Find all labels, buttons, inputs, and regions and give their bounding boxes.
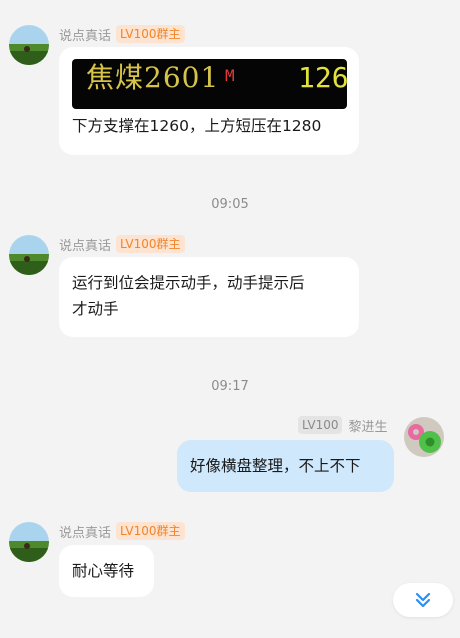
double-chevron-down-icon xyxy=(415,592,431,608)
sender-row: 说点真话 LV100群主 xyxy=(59,521,185,541)
landscape-avatar-icon xyxy=(9,235,49,275)
message-text-line: 才动手 xyxy=(72,300,119,318)
landscape-avatar-icon xyxy=(9,522,49,562)
donut-toy-avatar-icon xyxy=(404,417,444,457)
message-text-line: 运行到位会提示动手，动手提示后 xyxy=(72,274,305,292)
timestamp: 09:17 xyxy=(211,379,249,394)
rank-badge: LV100 xyxy=(298,416,343,434)
message-bubble[interactable]: 好像横盘整理，不上不下 xyxy=(177,440,394,492)
rank-badge: LV100群主 xyxy=(116,522,185,540)
avatar[interactable] xyxy=(404,417,444,457)
sender-name[interactable]: 说点真话 xyxy=(59,522,111,541)
message-bubble[interactable]: 耐心等待 xyxy=(59,545,154,597)
scroll-to-bottom-button[interactable] xyxy=(393,583,453,617)
message-text: 耐心等待 xyxy=(72,562,135,580)
rank-badge: LV100群主 xyxy=(116,235,185,253)
sender-row: 说点真话 LV100群主 xyxy=(59,234,185,254)
sender-name[interactable]: 黎进生 xyxy=(348,416,387,435)
sender-row: 说点真话 LV100群主 xyxy=(59,24,185,44)
timestamp: 09:05 xyxy=(211,197,249,212)
quote-contract-name: 焦煤2601 xyxy=(86,61,220,94)
message-bubble[interactable]: 运行到位会提示动手，动手提示后 才动手 xyxy=(59,257,359,337)
sender-row: LV100 黎进生 xyxy=(298,415,388,435)
landscape-avatar-icon xyxy=(9,25,49,65)
message-bubble[interactable]: 焦煤2601 M 126 下方支撑在1260，上方短压在1280 xyxy=(59,47,359,155)
sender-name[interactable]: 说点真话 xyxy=(59,235,111,254)
avatar[interactable] xyxy=(9,522,49,562)
quote-flag: M xyxy=(225,66,235,85)
quote-price: 126 xyxy=(298,61,347,94)
sender-name[interactable]: 说点真话 xyxy=(59,25,111,44)
rank-badge: LV100群主 xyxy=(116,25,185,43)
quote-screenshot-image[interactable]: 焦煤2601 M 126 xyxy=(72,59,347,109)
message-text: 下方支撑在1260，上方短压在1280 xyxy=(72,117,322,135)
avatar[interactable] xyxy=(9,235,49,275)
message-text: 好像横盘整理，不上不下 xyxy=(190,457,361,475)
avatar[interactable] xyxy=(9,25,49,65)
